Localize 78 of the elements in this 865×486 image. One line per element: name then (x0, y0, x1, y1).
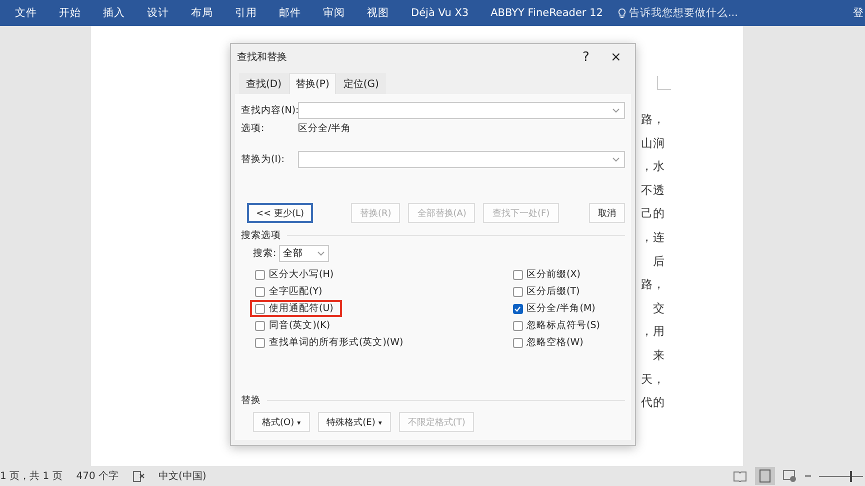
document-text: 来 (653, 346, 665, 364)
replace-field[interactable] (298, 151, 625, 168)
checkbox[interactable] (255, 320, 265, 330)
document-text: 己的 (641, 205, 665, 222)
document-text: ，连 (641, 228, 665, 246)
document-text: 路， (641, 276, 665, 294)
dialog-button[interactable]: 取消 (589, 203, 625, 223)
margin-mark (657, 76, 671, 90)
read-mode-icon[interactable] (733, 470, 747, 482)
checkbox[interactable] (512, 270, 523, 280)
chevron-icon (317, 251, 326, 256)
document-text: ，用 (641, 323, 665, 340)
option-label: 区分大小写(H) (269, 268, 334, 281)
tell-me-field[interactable]: 告诉我您想要做什么... (628, 6, 738, 20)
document-text: 后 (653, 252, 665, 270)
document-text: 交 (653, 300, 665, 317)
section-title: 替换 (241, 394, 261, 407)
ribbon-tab[interactable]: Déjà Vu X3 (400, 7, 480, 19)
option-label: 忽略空格(W) (526, 336, 584, 349)
slider-thumb[interactable] (850, 470, 852, 482)
search-label: 搜索: (253, 247, 276, 260)
checkbox[interactable] (255, 304, 265, 314)
ribbon-tab[interactable]: 插入 (92, 6, 136, 20)
proofing-icon[interactable] (132, 470, 145, 482)
checkbox[interactable] (255, 270, 265, 280)
dialog-tab[interactable]: 查找(D) (239, 73, 289, 94)
option-label: 区分后缀(T) (526, 285, 580, 298)
zoom-out-icon[interactable] (805, 473, 811, 479)
replace-label: 替换为(I): (241, 153, 286, 166)
document-text: 代的 (641, 394, 665, 412)
document-text: ，水 (641, 158, 665, 176)
section-title: 搜索选项 (241, 229, 281, 242)
options-label: 选项: (241, 122, 266, 135)
checkbox[interactable] (255, 286, 265, 296)
option-label: 区分全/半角(M) (526, 302, 596, 315)
option-label: 查找单词的所有形式(英文)(W) (269, 336, 404, 349)
option-label: 使用通配符(U) (269, 302, 334, 315)
chevron-icon (612, 108, 620, 113)
chevron-icon (612, 157, 620, 162)
dialog-tab[interactable]: 替换(P) (288, 73, 336, 94)
word-count[interactable]: 470 个字 (76, 469, 119, 483)
ribbon-tab[interactable]: 审阅 (312, 6, 356, 20)
checkbox[interactable] (512, 304, 523, 314)
options-value: 区分全/半角 (298, 122, 352, 135)
ribbon-tab[interactable]: 引用 (224, 6, 268, 20)
find-label: 查找内容(N): (241, 104, 298, 117)
help-button[interactable]: ? (571, 50, 601, 64)
option-label: 区分前缀(X) (526, 268, 580, 281)
ribbon-tab[interactable]: 视图 (356, 6, 400, 20)
search-direction-select[interactable]: 全部 (279, 245, 330, 262)
language-label[interactable]: 中文(中国) (158, 469, 206, 483)
web-layout-icon[interactable] (783, 470, 797, 482)
option-label: 同音(英文)(K) (269, 319, 330, 332)
ribbon-tab[interactable]: ABBYY FineReader 12 (480, 7, 614, 19)
document-text: 天， (641, 370, 665, 388)
checkbox[interactable] (512, 338, 523, 348)
lightbulb-icon (618, 8, 626, 18)
ribbon-tab[interactable]: 设计 (136, 6, 180, 20)
document-text: 山涧 (641, 134, 665, 152)
checkbox[interactable] (512, 286, 523, 296)
ribbon-tab[interactable]: 开始 (48, 6, 92, 20)
dialog-title: 查找和替换 (237, 50, 287, 64)
close-button[interactable]: × (601, 50, 631, 64)
find-field[interactable] (298, 102, 625, 119)
sign-in-link[interactable]: 登 (853, 6, 864, 20)
ribbon-tab[interactable]: 布局 (180, 6, 224, 20)
option-label: 全字匹配(Y) (269, 285, 322, 298)
document-text: 路， (641, 111, 665, 128)
page-count[interactable]: 1 页，共 1 页 (0, 469, 62, 483)
checkbox[interactable] (512, 320, 523, 330)
checkbox[interactable] (255, 338, 265, 348)
option-label: 忽略标点符号(S) (526, 319, 600, 332)
dialog-button[interactable]: << 更少(L) (247, 203, 313, 223)
print-layout-icon[interactable] (755, 467, 775, 485)
ribbon-tab[interactable]: 邮件 (268, 6, 312, 20)
ribbon-tab[interactable]: 文件 (4, 6, 48, 20)
dialog-tab[interactable]: 定位(G) (336, 73, 386, 94)
document-text: 不透 (641, 182, 665, 199)
